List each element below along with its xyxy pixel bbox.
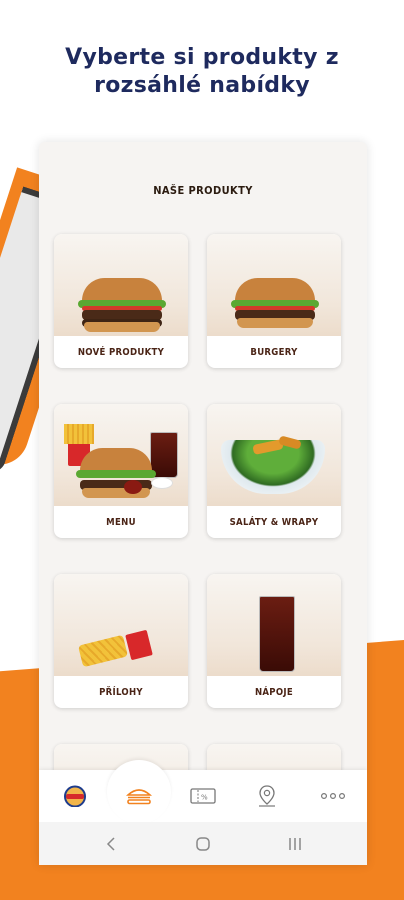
drink-image bbox=[207, 574, 341, 676]
home-logo-icon[interactable] bbox=[61, 784, 89, 808]
category-card-salads-wraps[interactable]: SALÁTY & WRAPY bbox=[207, 404, 341, 538]
category-label: NÁPOJE bbox=[254, 686, 294, 698]
svg-text:%: % bbox=[201, 794, 208, 802]
category-label: NOVÉ PRODUKTY bbox=[77, 346, 165, 358]
phone-screen: NAŠE PRODUKTY NOVÉ PRODUKTY BURGERY MENU… bbox=[39, 142, 367, 865]
screen-title: NAŠE PRODUKTY bbox=[153, 184, 253, 197]
category-card-burgers[interactable]: BURGERY bbox=[207, 234, 341, 368]
category-label: BURGERY bbox=[250, 346, 298, 358]
more-dots-icon[interactable] bbox=[319, 784, 347, 808]
category-card-drinks[interactable]: NÁPOJE bbox=[207, 574, 341, 708]
category-card-menu[interactable]: MENU bbox=[54, 404, 188, 538]
category-card-new-products[interactable]: NOVÉ PRODUKTY bbox=[54, 234, 188, 368]
salad-image bbox=[207, 404, 341, 506]
burger-image bbox=[207, 234, 341, 336]
recents-icon[interactable] bbox=[285, 834, 305, 854]
category-label: PŘÍLOHY bbox=[99, 686, 143, 698]
back-icon[interactable] bbox=[101, 834, 121, 854]
burger-image bbox=[54, 234, 188, 336]
headline-line-2: rozsáhlé nabídky bbox=[94, 73, 310, 98]
category-card-sides[interactable]: PŘÍLOHY bbox=[54, 574, 188, 708]
fries-image bbox=[54, 574, 188, 676]
headline-line-1: Vyberte si produkty z bbox=[65, 45, 339, 70]
android-navigation-bar bbox=[39, 822, 367, 865]
headline: Vyberte si produkty z rozsáhlé nabídky bbox=[0, 44, 404, 100]
location-pin-icon[interactable] bbox=[253, 784, 281, 808]
home-icon[interactable] bbox=[193, 834, 213, 854]
bottom-navigation: % bbox=[39, 760, 367, 824]
menu-meal-image bbox=[54, 404, 188, 506]
category-label: SALÁTY & WRAPY bbox=[229, 516, 319, 528]
category-label: MENU bbox=[106, 516, 136, 528]
products-burger-icon[interactable] bbox=[125, 784, 153, 808]
coupon-icon[interactable]: % bbox=[189, 784, 217, 808]
